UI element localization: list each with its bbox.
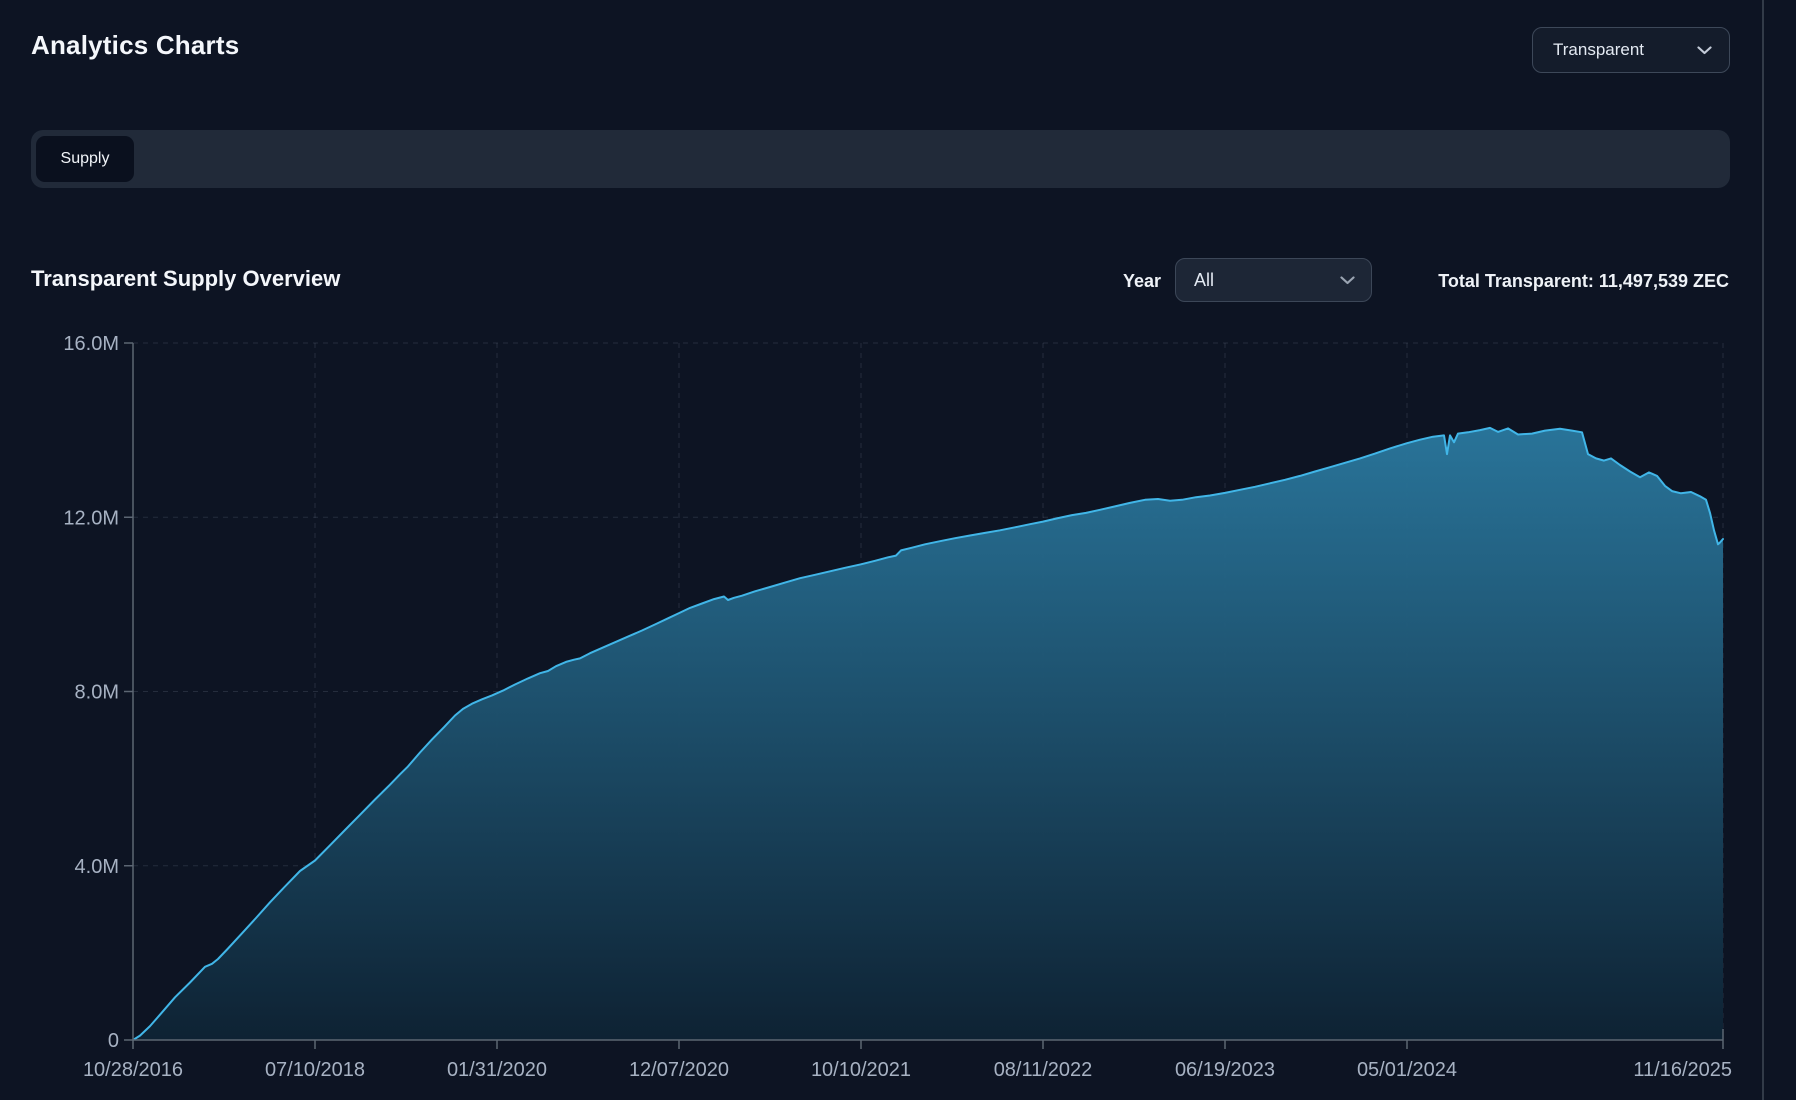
- svg-text:0: 0: [108, 1030, 119, 1052]
- svg-text:07/10/2018: 07/10/2018: [265, 1059, 365, 1081]
- svg-text:01/31/2020: 01/31/2020: [447, 1059, 547, 1081]
- svg-text:05/01/2024: 05/01/2024: [1357, 1059, 1457, 1081]
- scrollbar[interactable]: [1762, 0, 1764, 1100]
- svg-text:10/10/2021: 10/10/2021: [811, 1059, 911, 1081]
- svg-text:12/07/2020: 12/07/2020: [629, 1059, 729, 1081]
- y-tick-labels: 16.0M 12.0M 8.0M 4.0M 0: [63, 333, 119, 1052]
- svg-text:06/19/2023: 06/19/2023: [1175, 1059, 1275, 1081]
- svg-text:11/16/2025: 11/16/2025: [1633, 1059, 1732, 1081]
- svg-text:4.0M: 4.0M: [75, 856, 119, 878]
- supply-area-chart[interactable]: 16.0M 12.0M 8.0M 4.0M 0 10/28/2016 07/10/2018 0…: [0, 0, 1796, 1100]
- svg-text:08/11/2022: 08/11/2022: [994, 1059, 1093, 1081]
- svg-text:8.0M: 8.0M: [75, 682, 119, 704]
- svg-text:10/28/2016: 10/28/2016: [83, 1059, 183, 1081]
- x-tick-labels: 10/28/2016 07/10/2018 01/31/2020 12/07/2020…: [83, 1059, 1732, 1081]
- svg-text:16.0M: 16.0M: [63, 333, 119, 355]
- svg-text:12.0M: 12.0M: [63, 507, 119, 529]
- area-fill: [133, 427, 1723, 1040]
